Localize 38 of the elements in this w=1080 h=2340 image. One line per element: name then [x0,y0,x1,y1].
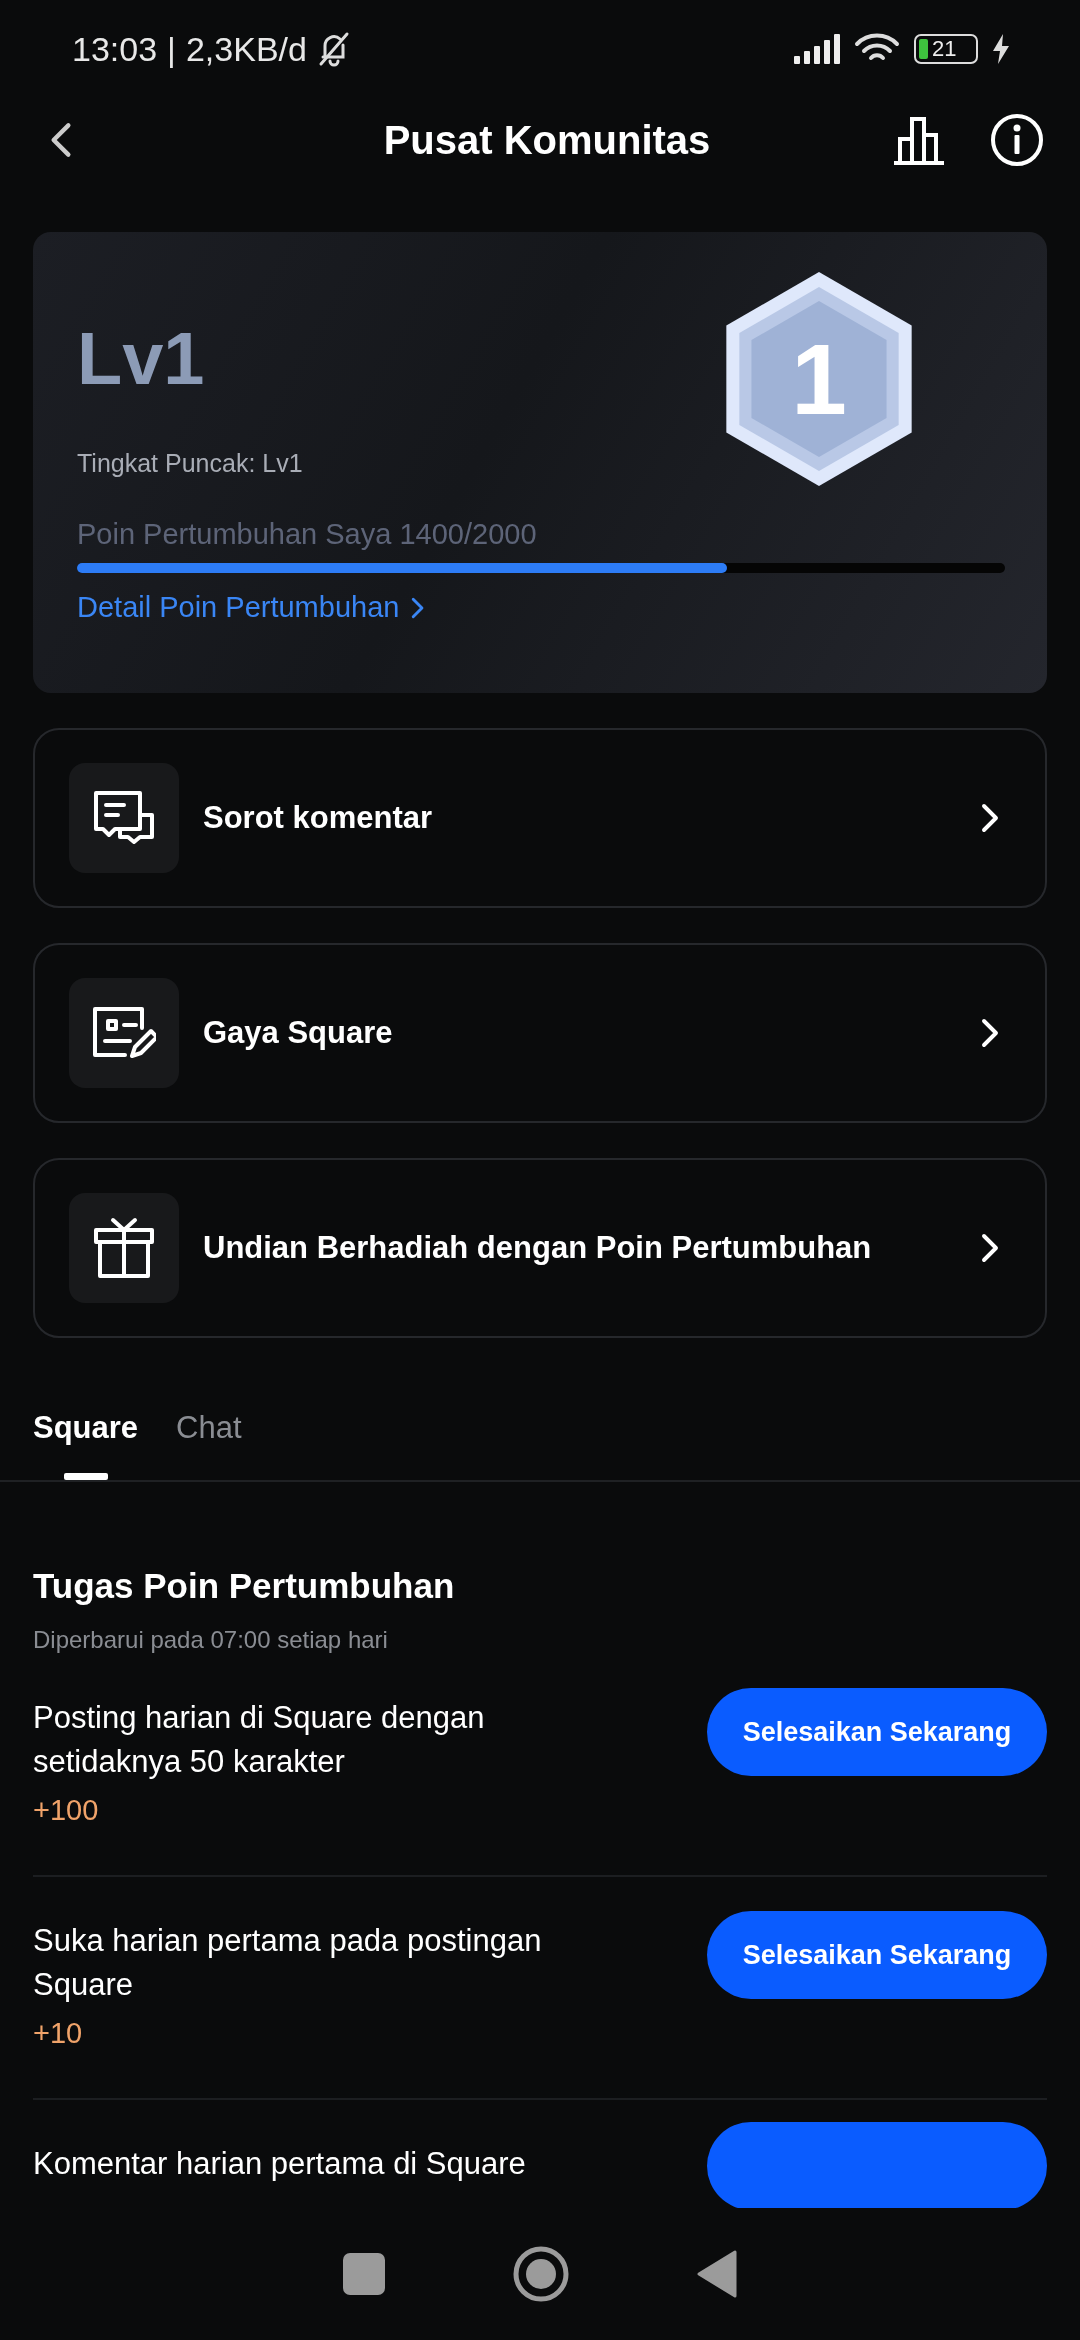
battery-level: 21 [914,34,978,64]
level-title: Lv1 [77,322,205,396]
menu-item[interactable]: Gaya Square [33,943,1047,1123]
back-nav-icon[interactable] [697,2250,737,2298]
status-time: 13:03 [72,29,158,69]
chevron-icon [981,803,999,833]
detail-link[interactable]: Detail Poin Pertumbuhan [77,591,425,624]
charging-icon [992,34,1010,64]
back-icon[interactable] [50,121,72,159]
signal-icon [794,34,840,64]
peak-level: Tingkat Puncak: Lv1 [77,449,303,478]
gift-icon [93,1217,155,1279]
recents-icon[interactable] [343,2253,385,2295]
chevron-icon [411,596,425,619]
task-text: Suka harian pertama pada postingan Square [33,1922,543,2004]
network-speed: 2,3KB/d [185,29,307,69]
task-text: Komentar harian pertama di Square [33,2145,527,2183]
status-separator: | [167,29,176,69]
chevron-icon [981,1018,999,1048]
section-title: Tugas Poin Pertumbuhan [33,1566,456,1606]
menu-item[interactable]: Sorot komentar [33,728,1047,908]
info-icon[interactable] [990,113,1044,167]
task-points: +100 [33,1794,100,1827]
card-edit-icon [92,1006,156,1060]
complete-button[interactable]: Selesaikan Sekarang [707,1688,1047,1776]
complete-button[interactable]: Selesaikan Sekarang [707,1911,1047,1999]
bar-chart-icon[interactable] [892,115,946,165]
chevron-icon [981,1233,999,1263]
section-subtitle: Diperbarui pada 07:00 setiap hari [33,1626,389,1654]
tab[interactable]: Chat [176,1402,242,1480]
menu-item[interactable]: Undian Berhadiah dengan Poin Pertumbuhan [33,1158,1047,1338]
tab[interactable]: Square [33,1402,139,1480]
chat-bubbles-icon [93,790,155,846]
task-text: Posting harian di Square dengan setidaknya 50 karakter [33,1699,486,1781]
home-icon[interactable] [513,2246,569,2302]
page-title: Pusat Komunitas [383,117,711,163]
task-points: +10 [33,2017,84,2050]
progress-label: Poin Pertumbuhan Saya 1400/2000 [77,518,537,551]
